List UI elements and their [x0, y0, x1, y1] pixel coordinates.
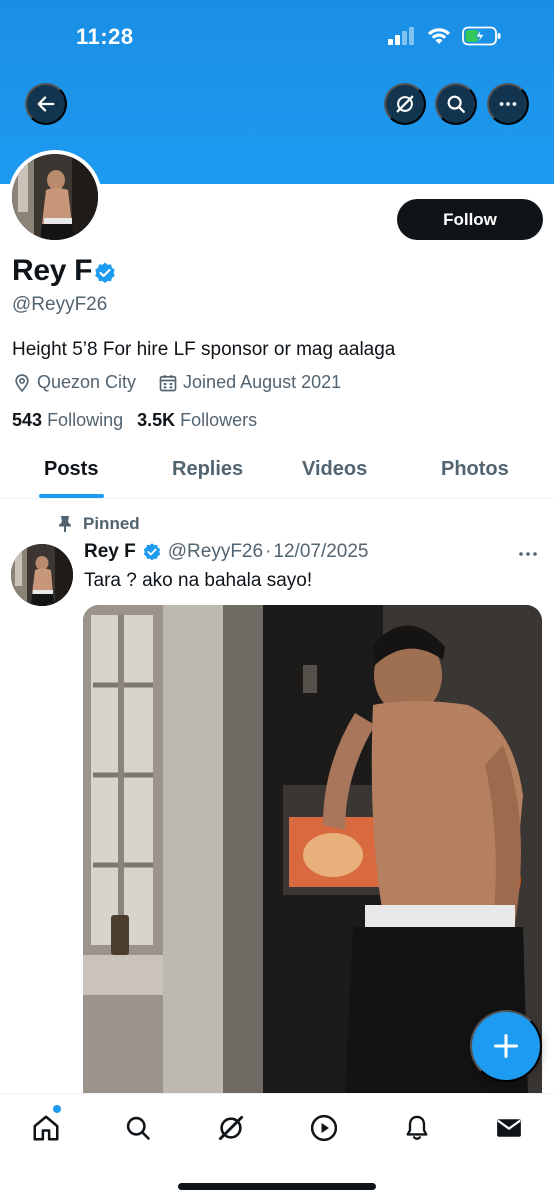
profile-handle: @ReyyF26: [12, 294, 108, 315]
profile-bio: Height 5’8 For hire LF sponsor or mag aa…: [12, 339, 396, 360]
pin-icon: [59, 516, 71, 532]
notifications-icon: [406, 1115, 428, 1140]
verified-badge-icon: [95, 262, 115, 284]
messages-icon: [497, 1119, 521, 1137]
home-icon: [33, 1115, 59, 1141]
search-icon: [447, 95, 465, 113]
post-text: Tara ? ako na bahala sayo!: [84, 570, 313, 591]
following-label: Following: [47, 410, 124, 430]
avatar-photo: [12, 154, 98, 240]
followers-count: 3.5K: [137, 410, 176, 430]
tab-posts[interactable]: Posts: [44, 458, 98, 481]
pinned-label: Pinned: [83, 514, 140, 533]
pinned-label-row: Pinned: [57, 514, 140, 534]
tab-videos[interactable]: Videos: [302, 458, 367, 481]
status-time: 11:28: [76, 24, 134, 49]
profile-tabs: Posts Replies Videos Photos: [0, 446, 554, 499]
post-separator: ·: [265, 541, 272, 562]
calendar-icon: [159, 374, 177, 391]
profile-stats: 543 Following 3.5K Followers: [12, 410, 257, 431]
search-button[interactable]: [435, 83, 477, 125]
video-icon: [310, 1114, 338, 1142]
compose-post-button[interactable]: [470, 1010, 542, 1082]
grok-button[interactable]: [384, 83, 426, 125]
post-author-name[interactable]: Rey F: [84, 541, 136, 563]
nav-notifications[interactable]: [401, 1112, 433, 1144]
back-button[interactable]: [25, 83, 67, 125]
nav-grok[interactable]: [215, 1112, 247, 1144]
post-date[interactable]: 12/07/2025: [273, 541, 368, 563]
search-icon: [126, 1116, 150, 1140]
profile-location: Quezon City: [37, 372, 137, 392]
nav-search[interactable]: [122, 1112, 154, 1144]
post-avatar-photo: [11, 544, 73, 606]
active-tab-indicator: [39, 494, 104, 498]
cellular-signal-icon: [388, 27, 414, 45]
more-options-button[interactable]: [487, 83, 529, 125]
location-pin-icon: [15, 373, 29, 392]
status-icons: [388, 26, 502, 46]
verified-badge-icon: [143, 543, 160, 561]
post-more-icon[interactable]: [517, 546, 539, 562]
follow-button[interactable]: Follow: [397, 199, 543, 240]
nav-video[interactable]: [308, 1112, 340, 1144]
home-indicator: [178, 1183, 376, 1190]
following-link[interactable]: 543 Following: [12, 410, 123, 431]
tab-photos[interactable]: Photos: [441, 458, 509, 481]
profile-joined-date: Joined August 2021: [183, 372, 342, 392]
followers-label: Followers: [180, 410, 258, 430]
following-count: 543: [12, 410, 43, 430]
status-bar: 11:28: [0, 0, 554, 76]
tab-replies[interactable]: Replies: [172, 458, 243, 481]
nav-home[interactable]: [30, 1112, 62, 1144]
grok-icon: [396, 95, 414, 113]
post-photo: [83, 605, 542, 1095]
back-arrow-icon: [37, 96, 55, 112]
post-author-avatar[interactable]: [11, 544, 73, 606]
battery-charging-icon: [462, 26, 501, 46]
post-header: Rey F @ReyyF26 · 12/07/2025: [84, 541, 369, 563]
more-icon: [499, 102, 517, 106]
home-notification-dot: [53, 1105, 61, 1113]
plus-icon: [493, 1033, 519, 1059]
nav-messages[interactable]: [493, 1112, 525, 1144]
post-author-handle[interactable]: @ReyyF26: [168, 541, 263, 563]
profile-avatar[interactable]: [8, 150, 102, 244]
followers-link[interactable]: 3.5K Followers: [137, 410, 257, 431]
post-media-image[interactable]: [83, 605, 542, 1095]
profile-meta: Quezon City Joined August 2021: [12, 372, 341, 393]
bottom-navigation: [0, 1093, 554, 1200]
wifi-icon: [428, 27, 450, 44]
profile-display-name: Rey F: [12, 254, 93, 287]
grok-icon: [218, 1115, 244, 1141]
